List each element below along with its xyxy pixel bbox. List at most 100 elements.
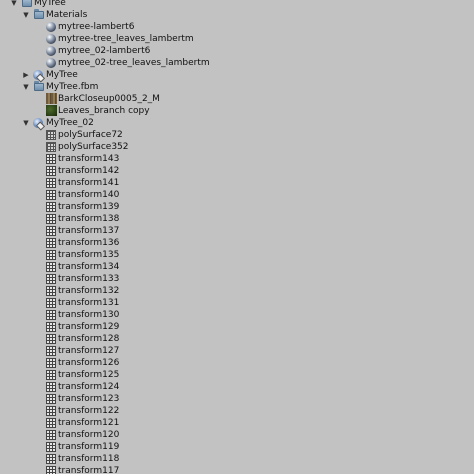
tree-row-fbm-folder[interactable]: ▼ MyTree.fbm: [0, 81, 474, 93]
tree-row-transform[interactable]: transform131: [0, 297, 474, 309]
tree-row-transform[interactable]: transform141: [0, 177, 474, 189]
tree-row-texture[interactable]: BarkCloseup0005_2_M: [0, 93, 474, 105]
tree-label-material: mytree-lambert6: [58, 22, 135, 32]
tree-row-transform[interactable]: transform123: [0, 393, 474, 405]
material-icon: [46, 46, 56, 56]
transform-icon: [46, 358, 56, 368]
tree-label-transform: transform125: [58, 370, 120, 380]
material-icon: [46, 22, 56, 32]
mesh-icon: [46, 130, 56, 140]
expanded-arrow-icon[interactable]: ▼: [21, 81, 31, 93]
transform-icon: [46, 154, 56, 164]
transform-icon: [46, 286, 56, 296]
tree-label-transform: transform129: [58, 322, 120, 332]
tree-row-transform[interactable]: transform128: [0, 333, 474, 345]
tree-label-texture: Leaves_branch copy: [58, 106, 150, 116]
tree-label-transform: transform130: [58, 310, 120, 320]
tree-label-transform: transform136: [58, 238, 120, 248]
expanded-arrow-icon[interactable]: ▼: [21, 117, 31, 129]
tree-label-mesh: polySurface72: [58, 130, 123, 140]
tree-label-fbm: MyTree.fbm: [46, 82, 99, 92]
tree-row-mytree02-prefab[interactable]: ▼ MyTree_02: [0, 117, 474, 129]
material-icon: [46, 58, 56, 68]
folder-icon: [34, 81, 44, 91]
tree-row-transform[interactable]: transform130: [0, 309, 474, 321]
tree-row-transform[interactable]: transform126: [0, 357, 474, 369]
tree-row-transform[interactable]: transform124: [0, 381, 474, 393]
tree-label-transform: transform135: [58, 250, 120, 260]
tree-label-transform: transform140: [58, 190, 120, 200]
tree-label-mesh: polySurface352: [58, 142, 129, 152]
tree-label-transform: transform117: [58, 466, 120, 474]
tree-row-transform[interactable]: transform133: [0, 273, 474, 285]
collapsed-arrow-icon[interactable]: ▶: [21, 69, 31, 81]
transform-icon: [46, 346, 56, 356]
expanded-arrow-icon[interactable]: ▼: [21, 9, 31, 21]
transform-icon: [46, 226, 56, 236]
material-icon: [46, 34, 56, 44]
tree-row-material[interactable]: mytree-lambert6: [0, 21, 474, 33]
transform-icon: [46, 190, 56, 200]
tree-label-transform: transform122: [58, 406, 120, 416]
tree-label-transform: transform120: [58, 430, 120, 440]
project-tree: ▼ MyTree ▼ Materials mytree-lambert6 myt…: [0, 0, 474, 474]
tree-row-transform[interactable]: transform140: [0, 189, 474, 201]
folder-icon: [34, 9, 44, 19]
tree-label-transform: transform131: [58, 298, 120, 308]
tree-label-transform: transform143: [58, 154, 120, 164]
transform-icon: [46, 274, 56, 284]
tree-label-material: mytree-tree_leaves_lambertm: [58, 34, 194, 44]
tree-row-transform[interactable]: transform118: [0, 453, 474, 465]
transform-icon: [46, 382, 56, 392]
tree-row-transform[interactable]: transform127: [0, 345, 474, 357]
transform-icon: [46, 394, 56, 404]
tree-row-transform[interactable]: transform129: [0, 321, 474, 333]
tree-row-transform[interactable]: transform120: [0, 429, 474, 441]
tree-label-transform: transform124: [58, 382, 120, 392]
tree-row-transform[interactable]: transform136: [0, 237, 474, 249]
tree-label-transform: transform139: [58, 202, 120, 212]
tree-row-transform[interactable]: transform139: [0, 201, 474, 213]
tree-row-transform[interactable]: transform125: [0, 369, 474, 381]
tree-label-transform: transform134: [58, 262, 120, 272]
tree-label-mytree: MyTree: [46, 70, 78, 80]
tree-row-transform[interactable]: transform137: [0, 225, 474, 237]
transform-icon: [46, 166, 56, 176]
tree-row-transform[interactable]: transform143: [0, 153, 474, 165]
tree-label-material: mytree_02-lambert6: [58, 46, 151, 56]
transform-icon: [46, 250, 56, 260]
tree-label-transform: transform121: [58, 418, 120, 428]
tree-label-transform: transform142: [58, 166, 120, 176]
tree-label-root: MyTree: [34, 0, 66, 8]
transform-icon: [46, 310, 56, 320]
tree-row-transform[interactable]: transform119: [0, 441, 474, 453]
texture-icon: [46, 105, 57, 116]
transform-icon: [46, 370, 56, 380]
tree-label-materials: Materials: [46, 10, 88, 20]
tree-row-transform[interactable]: transform142: [0, 165, 474, 177]
tree-row-material[interactable]: mytree_02-lambert6: [0, 45, 474, 57]
tree-label-material: mytree_02-tree_leaves_lambertm: [58, 58, 210, 68]
transform-icon: [46, 322, 56, 332]
expanded-arrow-icon[interactable]: ▼: [9, 0, 19, 9]
tree-row-transform[interactable]: transform138: [0, 213, 474, 225]
tree-row-texture[interactable]: Leaves_branch copy: [0, 105, 474, 117]
tree-row-mytree-prefab[interactable]: ▶ MyTree: [0, 69, 474, 81]
tree-row-mesh[interactable]: polySurface352: [0, 141, 474, 153]
tree-row-transform[interactable]: transform135: [0, 249, 474, 261]
transform-icon: [46, 430, 56, 440]
tree-row-transform[interactable]: transform122: [0, 405, 474, 417]
tree-row-root[interactable]: ▼ MyTree: [0, 0, 474, 9]
tree-row-transform[interactable]: transform132: [0, 285, 474, 297]
tree-row-material[interactable]: mytree-tree_leaves_lambertm: [0, 33, 474, 45]
tree-label-mytree02: MyTree_02: [46, 118, 94, 128]
transform-icon: [46, 418, 56, 428]
tree-row-material[interactable]: mytree_02-tree_leaves_lambertm: [0, 57, 474, 69]
tree-row-transform[interactable]: transform117: [0, 465, 474, 474]
tree-row-transform[interactable]: transform121: [0, 417, 474, 429]
prefab-icon: [33, 118, 43, 128]
tree-row-transform[interactable]: transform134: [0, 261, 474, 273]
tree-row-mesh[interactable]: polySurface72: [0, 129, 474, 141]
tree-row-materials-folder[interactable]: ▼ Materials: [0, 9, 474, 21]
transform-icon: [46, 406, 56, 416]
